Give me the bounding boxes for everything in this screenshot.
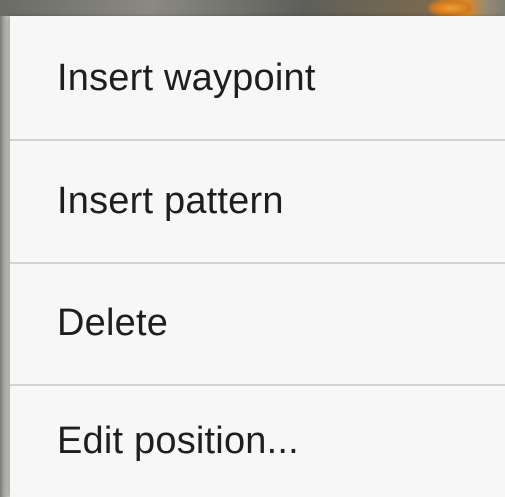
menu-item-label: Insert pattern (57, 179, 284, 222)
menu-item-delete[interactable]: Delete (10, 262, 505, 384)
map-marker-icon (428, 0, 474, 16)
screen: Insert waypoint Insert pattern Delete Ed… (0, 0, 505, 497)
menu-item-edit-position[interactable]: Edit position... (10, 385, 505, 497)
menu-item-label: Insert waypoint (57, 56, 316, 99)
menu-item-insert-pattern[interactable]: Insert pattern (10, 140, 505, 262)
menu-item-insert-waypoint[interactable]: Insert waypoint (10, 16, 505, 140)
menu-item-label: Delete (57, 301, 169, 344)
background-map-strip (0, 0, 505, 16)
menu-item-label: Edit position... (57, 419, 299, 462)
background-map-edge (0, 16, 10, 497)
context-menu: Insert waypoint Insert pattern Delete Ed… (10, 16, 505, 497)
